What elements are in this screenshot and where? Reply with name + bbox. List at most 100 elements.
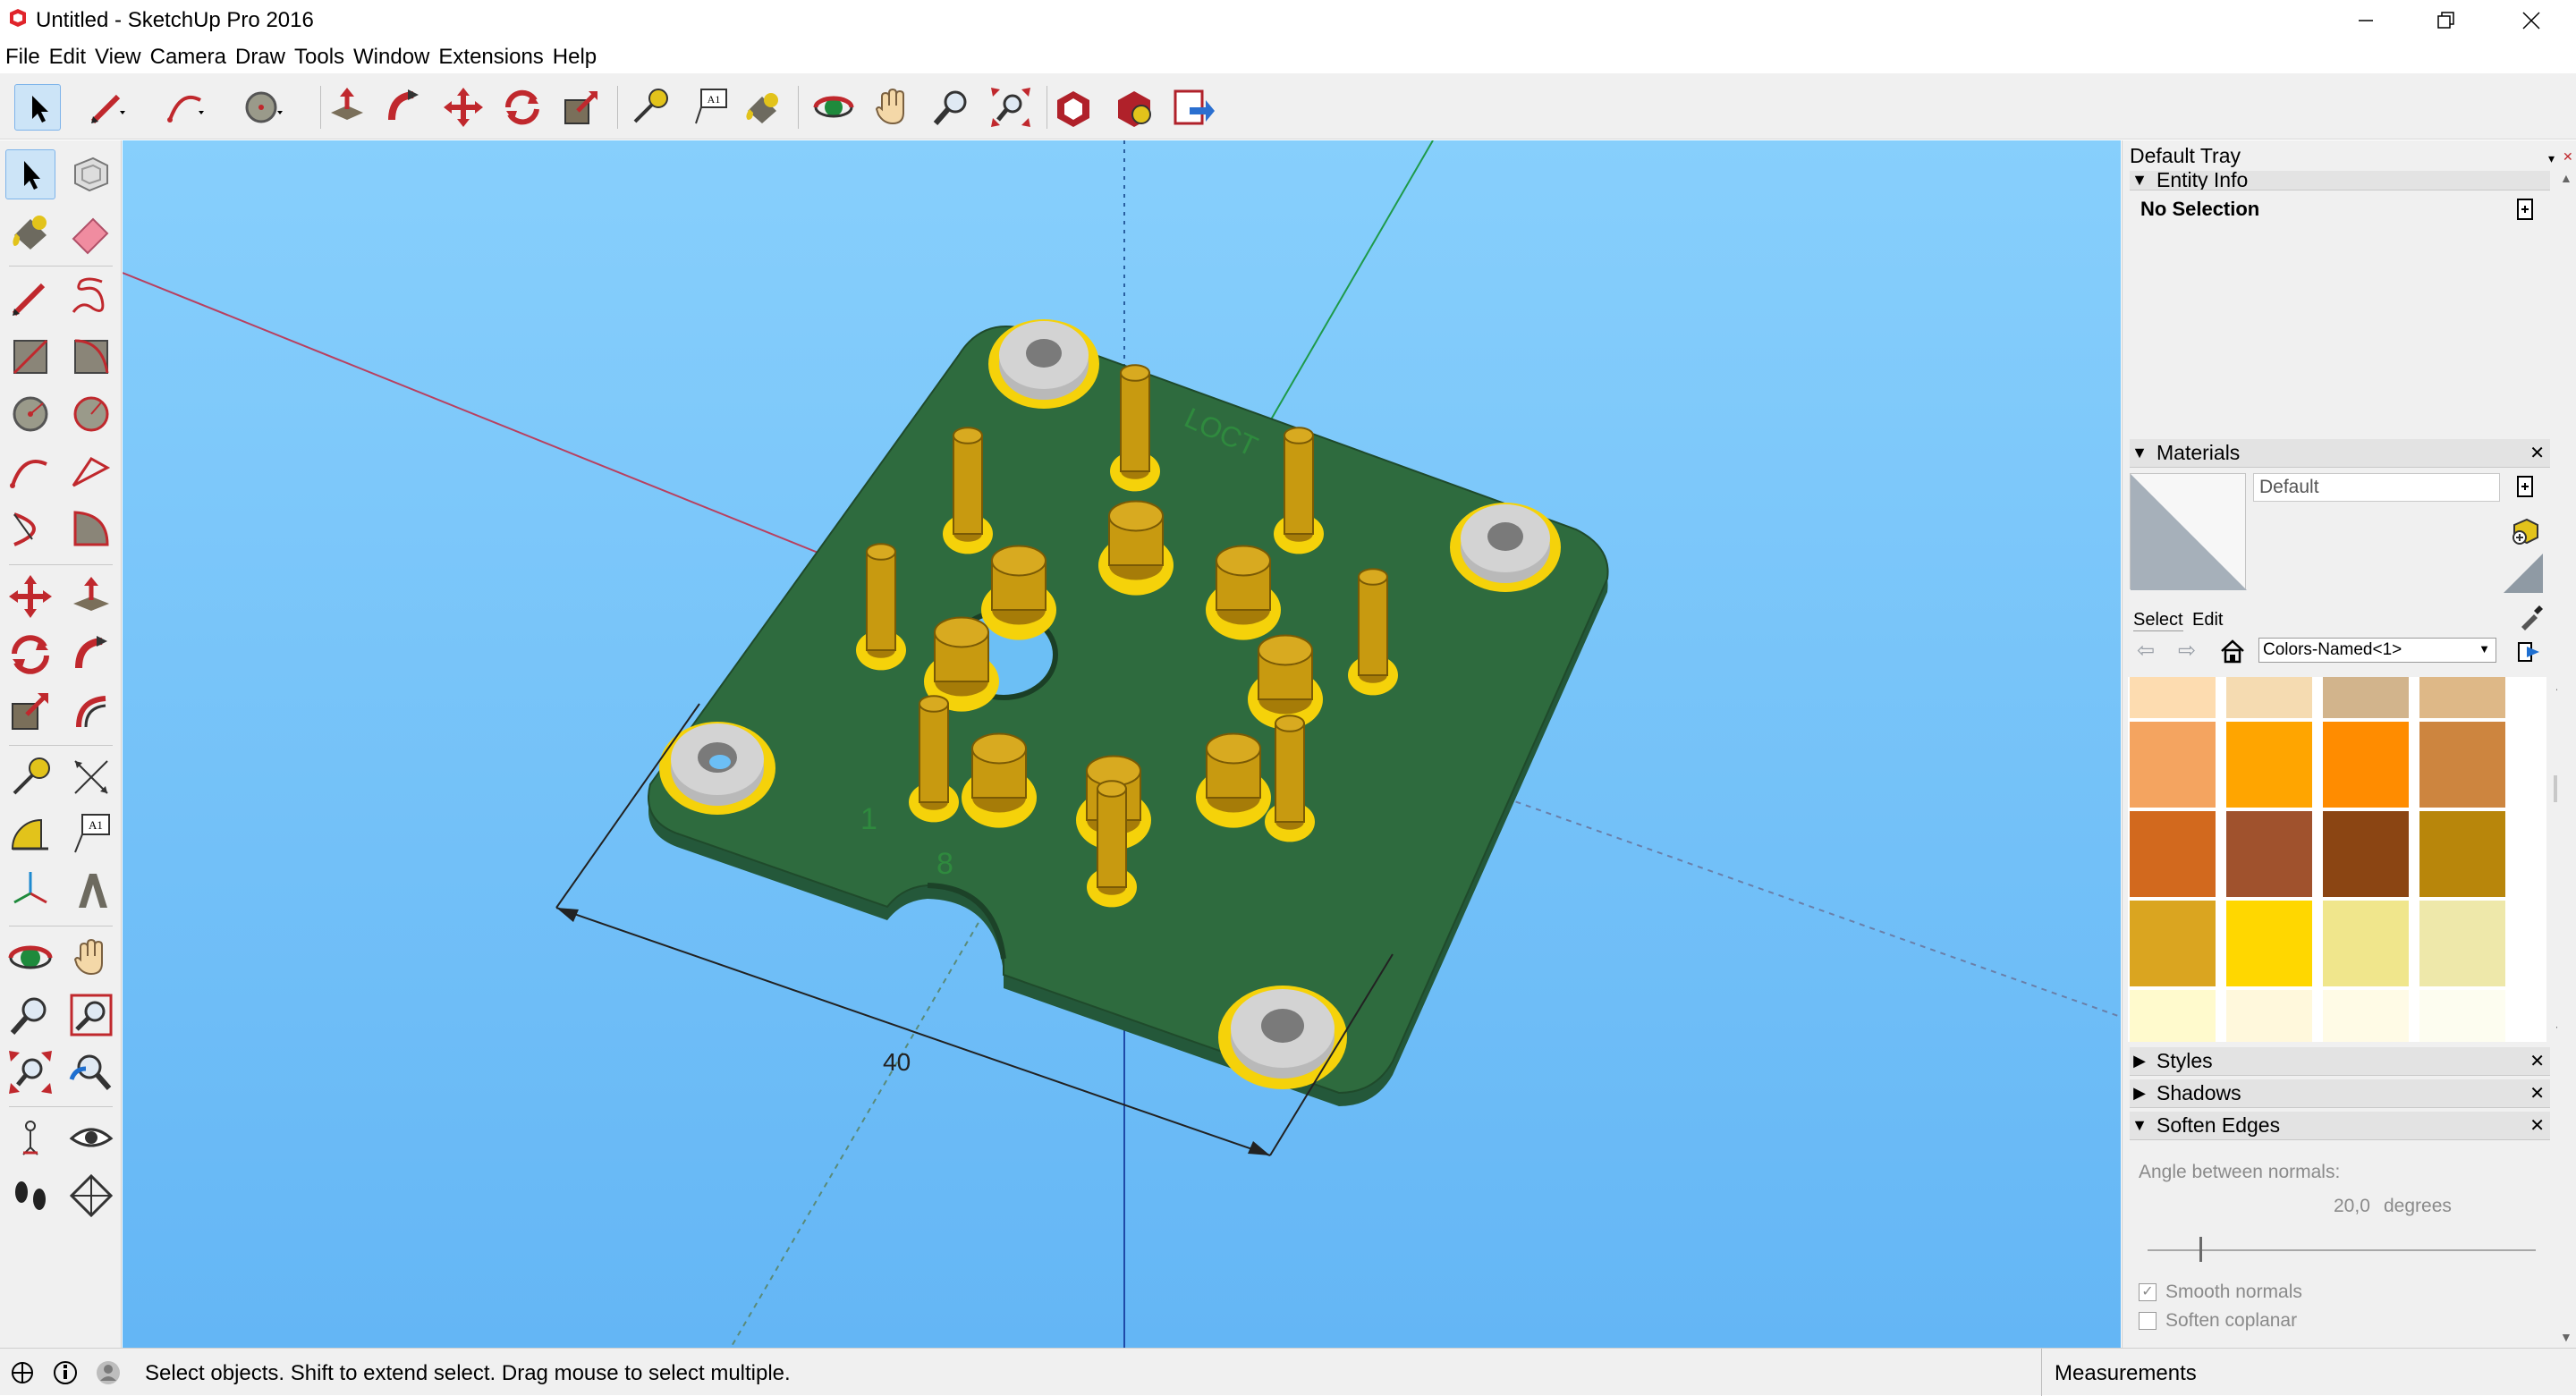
text-tool-button[interactable]: A1 (66, 809, 116, 859)
geo-location-icon[interactable] (9, 1359, 36, 1386)
panel-close-icon[interactable]: ✕ (2529, 1114, 2545, 1137)
paint-bucket-tool-button[interactable] (5, 207, 55, 257)
menu-extensions[interactable]: Extensions (438, 45, 543, 70)
close-button[interactable] (2491, 0, 2572, 41)
pencil-tool-button[interactable] (84, 84, 131, 131)
material-swatch[interactable] (2323, 901, 2409, 986)
arc-tool-button[interactable] (163, 84, 209, 131)
info-icon[interactable] (52, 1359, 79, 1386)
material-swatch[interactable] (2226, 722, 2312, 808)
material-swatch[interactable] (2226, 990, 2312, 1042)
material-swatch[interactable] (2226, 901, 2312, 986)
material-swatch[interactable] (2323, 722, 2409, 808)
move-tool-button[interactable] (5, 571, 55, 622)
restore-button[interactable] (2406, 0, 2487, 41)
previous-view-button[interactable] (66, 1047, 116, 1097)
material-swatch[interactable] (2323, 990, 2409, 1042)
menu-window[interactable]: Window (353, 45, 429, 70)
line-tool-button[interactable] (5, 273, 55, 323)
details-arrow-button[interactable] (2516, 639, 2541, 664)
axes-tool-button[interactable] (5, 867, 55, 917)
tray-close-icon[interactable]: ✕ (2563, 149, 2573, 165)
orbit-tool-button[interactable] (5, 933, 55, 983)
mounting-washer[interactable] (988, 319, 1099, 409)
angle-slider-thumb[interactable] (2199, 1237, 2202, 1262)
panel-close-icon[interactable]: ✕ (2529, 1082, 2545, 1104)
material-swatch[interactable] (2130, 901, 2216, 986)
freehand-tool-button[interactable] (66, 273, 116, 323)
rotate-tool-button[interactable] (5, 629, 55, 679)
zoom-extents-tool-button[interactable] (987, 84, 1034, 131)
material-swatch[interactable] (2130, 811, 2216, 897)
eyedropper-button[interactable] (2518, 604, 2545, 630)
polygon-tool-button[interactable] (66, 389, 116, 439)
collection-dropdown[interactable]: Colors-Named<1> ▼ (2258, 638, 2496, 663)
extension-warehouse-button[interactable] (1111, 84, 1157, 131)
menu-file[interactable]: File (5, 45, 40, 70)
soften-edges-header[interactable]: ▼ Soften Edges ✕ (2130, 1112, 2550, 1140)
push-pull-tool-button[interactable] (66, 571, 116, 622)
mounting-washer[interactable] (1450, 503, 1561, 592)
forward-arrow-icon[interactable]: ⇨ (2178, 638, 2196, 664)
push-pull-tool-button[interactable] (324, 84, 370, 131)
shadows-header[interactable]: ▶ Shadows ✕ (2130, 1079, 2550, 1108)
back-arrow-icon[interactable]: ⇦ (2137, 638, 2155, 664)
material-swatch[interactable] (2226, 811, 2312, 897)
create-material-button[interactable] (2511, 514, 2541, 545)
panel-close-icon[interactable]: ✕ (2529, 1050, 2545, 1072)
styles-header[interactable]: ▶ Styles ✕ (2130, 1047, 2550, 1076)
select-tool-button[interactable] (5, 149, 55, 199)
scroll-up-icon[interactable]: ▲ (2560, 171, 2572, 185)
zoom-window-tool-button[interactable] (66, 990, 116, 1040)
panel-close-icon[interactable]: ✕ (2529, 442, 2545, 464)
look-around-button[interactable] (66, 1113, 116, 1163)
eraser-tool-button[interactable] (66, 207, 116, 257)
menu-tools[interactable]: Tools (294, 45, 344, 70)
mounting-washer[interactable] (1218, 986, 1347, 1089)
3d-warehouse-button[interactable] (1050, 84, 1097, 131)
menu-draw[interactable]: Draw (235, 45, 285, 70)
material-swatch[interactable] (2419, 901, 2505, 986)
material-swatch[interactable] (2323, 811, 2409, 897)
scale-tool-button[interactable] (5, 686, 55, 736)
text-tool-button[interactable]: A1 (687, 84, 733, 131)
material-swatch[interactable] (2419, 677, 2505, 718)
scale-tool-button[interactable] (558, 84, 605, 131)
circle-tool-button[interactable] (240, 84, 286, 131)
angle-slider-track[interactable] (2148, 1249, 2536, 1251)
user-account-icon[interactable] (95, 1359, 122, 1386)
material-swatch[interactable] (2419, 811, 2505, 897)
material-swatch[interactable] (2130, 677, 2216, 718)
material-swatch[interactable] (2130, 990, 2216, 1042)
pan-tool-button[interactable] (66, 933, 116, 983)
soften-coplanar-checkbox[interactable] (2139, 1312, 2157, 1330)
orbit-tool-button[interactable] (810, 84, 857, 131)
entity-info-header[interactable]: ▼ Entity Info (2130, 171, 2550, 190)
circle-tool-button[interactable] (5, 389, 55, 439)
tape-measure-tool-button[interactable] (5, 752, 55, 802)
walk-button[interactable] (5, 1171, 55, 1221)
menu-view[interactable]: View (95, 45, 141, 70)
socket[interactable] (962, 732, 1037, 828)
home-button[interactable] (2219, 638, 2246, 664)
select-tool-button[interactable] (14, 84, 61, 131)
tray-pin-icon[interactable]: ▾ (2548, 151, 2555, 166)
materials-header[interactable]: ▼ Materials ✕ (2130, 439, 2550, 468)
material-swatch[interactable] (2419, 990, 2505, 1042)
menu-help[interactable]: Help (553, 45, 597, 70)
zoom-tool-button[interactable] (5, 990, 55, 1040)
protractor-tool-button[interactable] (5, 809, 55, 859)
material-swatch[interactable] (2226, 677, 2312, 718)
scroll-down-icon[interactable]: ▼ (2560, 1330, 2572, 1344)
tab-select[interactable]: Select (2133, 610, 2183, 631)
arc-tool-button[interactable] (5, 446, 55, 496)
socket[interactable] (981, 545, 1056, 640)
material-name-field[interactable]: Default (2253, 473, 2500, 502)
pan-tool-button[interactable] (869, 84, 916, 131)
socket[interactable] (1098, 500, 1174, 596)
follow-me-tool-button[interactable] (66, 629, 116, 679)
follow-me-tool-button[interactable] (381, 84, 428, 131)
send-to-layout-button[interactable] (1170, 84, 1216, 131)
material-swatch[interactable] (2419, 722, 2505, 808)
socket[interactable] (1206, 545, 1281, 640)
